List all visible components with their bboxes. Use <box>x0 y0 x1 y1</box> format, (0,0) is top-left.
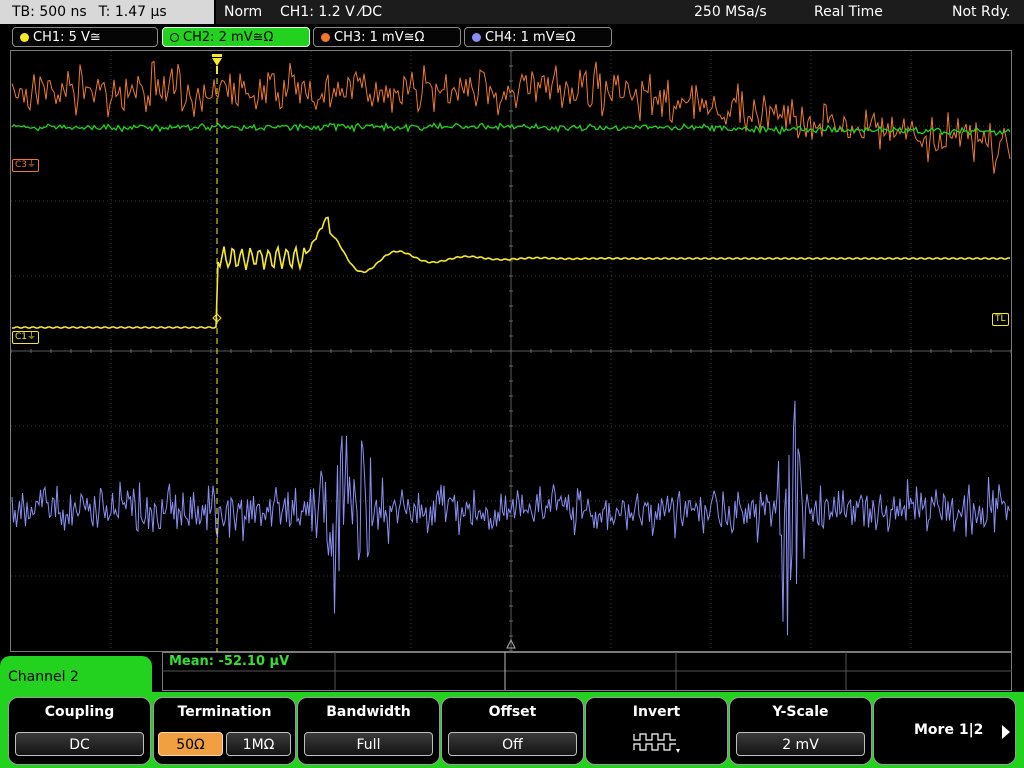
y-scale-title: Y-Scale <box>772 704 829 720</box>
waveform-display <box>10 50 1012 652</box>
offset-softkey[interactable]: Offset Off <box>441 697 584 765</box>
y-scale-value-button[interactable]: 2 mV <box>736 732 865 756</box>
trigger-level-marker[interactable]: TL <box>992 313 1009 326</box>
offset-value-button[interactable]: Off <box>448 732 577 756</box>
invert-title: Invert <box>632 704 681 720</box>
y-scale-softkey[interactable]: Y-Scale 2 mV <box>729 697 872 765</box>
bandwidth-softkey[interactable]: Bandwidth Full <box>297 697 440 765</box>
channel-3-offset-marker[interactable]: C3⏚ <box>12 159 40 172</box>
termination-1-megaohm-option[interactable]: 1MΩ <box>226 732 291 756</box>
grid-lines <box>10 50 1012 652</box>
coupling-title: Coupling <box>44 704 115 720</box>
channel-1-offset-marker[interactable]: C1⏚ <box>12 331 40 344</box>
invert-waveform-icon <box>633 733 680 753</box>
menu-tab-channel-2[interactable]: Channel 2 <box>0 656 152 696</box>
bandwidth-title: Bandwidth <box>326 704 411 720</box>
offset-title: Offset <box>488 704 537 720</box>
termination-title: Termination <box>177 704 272 720</box>
bandwidth-value-button[interactable]: Full <box>304 732 433 756</box>
termination-softkey[interactable]: Termination 50Ω 1MΩ <box>153 697 296 765</box>
more-softkey[interactable]: More 1|2 <box>873 697 1016 765</box>
more-label: More 1|2 <box>914 722 984 738</box>
coupling-softkey[interactable]: Coupling DC <box>8 697 151 765</box>
coupling-value-button[interactable]: DC <box>15 732 144 756</box>
termination-50-ohm-option[interactable]: 50Ω <box>158 732 223 756</box>
next-page-icon <box>1002 725 1010 739</box>
mean-measurement: Mean: -52.10 µV <box>169 654 290 669</box>
invert-softkey[interactable]: Invert <box>585 697 728 765</box>
trigger-position-icon <box>212 54 222 74</box>
